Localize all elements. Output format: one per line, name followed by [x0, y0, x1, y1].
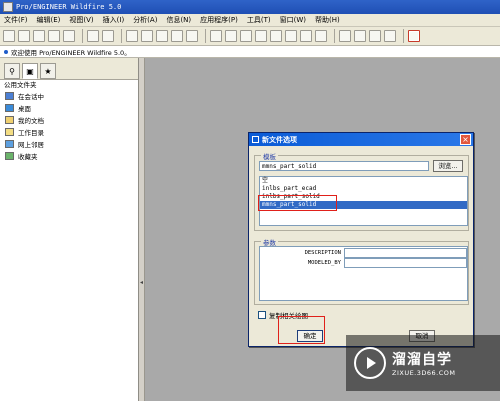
folder-label: 收藏夹: [18, 153, 38, 161]
menu-edit[interactable]: 编辑(E): [37, 15, 61, 25]
menu-view[interactable]: 视图(V): [69, 15, 93, 25]
menu-applications[interactable]: 应用程序(P): [200, 15, 238, 25]
menu-insert[interactable]: 插入(I): [103, 15, 125, 25]
menu-file[interactable]: 文件(F): [4, 15, 28, 25]
message-text: 欢迎使用 Pro/ENGINEER Wildfire 5.0。: [11, 48, 131, 57]
browse-button[interactable]: 浏览...: [433, 160, 463, 172]
email-icon[interactable]: [63, 30, 75, 42]
folder-favorites[interactable]: 收藏夹: [0, 150, 138, 162]
toolbar-separator: [205, 29, 206, 43]
menu-help[interactable]: 帮助(H): [315, 15, 340, 25]
print-icon[interactable]: [48, 30, 60, 42]
network-icon: [5, 140, 14, 148]
folder-desktop[interactable]: 桌面: [0, 102, 138, 114]
toolbar-separator: [334, 29, 335, 43]
window-title: Pro/ENGINEER Wildfire 5.0: [16, 3, 122, 11]
paste-icon[interactable]: [156, 30, 168, 42]
folder-in-session[interactable]: 在会话中: [0, 90, 138, 102]
dialog-titlebar: 新文件选项: [249, 133, 473, 146]
find-icon[interactable]: [225, 30, 237, 42]
refit-icon[interactable]: [270, 30, 282, 42]
select-box-icon[interactable]: [186, 30, 198, 42]
folder-working-directory[interactable]: 工作目录: [0, 126, 138, 138]
dialog-icon: [252, 136, 259, 143]
zoom-in-icon[interactable]: [240, 30, 252, 42]
main-toolbar: [0, 27, 500, 46]
zoom-out-icon[interactable]: [255, 30, 267, 42]
param-name: MODELED_BY: [307, 260, 341, 266]
open-file-icon[interactable]: [18, 30, 30, 42]
param-row: DESCRIPTION: [260, 248, 467, 258]
regenerate-icon[interactable]: [210, 30, 222, 42]
template-item-inlbs-ecad[interactable]: inlbs_part_ecad: [260, 185, 467, 193]
collapse-arrow-icon[interactable]: ◂: [140, 279, 143, 286]
param-value-field[interactable]: [344, 258, 467, 268]
template-group-label: 模板: [261, 151, 278, 161]
watermark-brand: 溜溜自学: [392, 352, 452, 368]
toolbar-separator: [121, 29, 122, 43]
watermark-url: ZIXUE.3D66.COM: [392, 369, 456, 377]
hidden-line-icon[interactable]: [354, 30, 366, 42]
undo-icon[interactable]: [87, 30, 99, 42]
dialog-title: 新文件选项: [262, 135, 297, 144]
toolbar-separator: [403, 29, 404, 43]
new-file-icon[interactable]: [3, 30, 15, 42]
layers-icon[interactable]: [315, 30, 327, 42]
menu-info[interactable]: 信息(N): [166, 15, 191, 25]
tab-model-tree-icon[interactable]: ⚲: [4, 63, 20, 79]
paste-special-icon[interactable]: [171, 30, 183, 42]
folder-label: 工作目录: [18, 129, 44, 137]
folder-my-documents[interactable]: 我的文档: [0, 114, 138, 126]
folder-network[interactable]: 网上邻居: [0, 138, 138, 150]
menu-window[interactable]: 窗口(W): [280, 15, 306, 25]
close-icon[interactable]: ×: [460, 134, 471, 145]
app-icon: [3, 2, 13, 12]
window-titlebar: Pro/ENGINEER Wildfire 5.0: [0, 0, 500, 14]
watermark: 溜溜自学 ZIXUE.3D66.COM: [346, 335, 500, 391]
param-value-field[interactable]: [344, 248, 467, 258]
orient-icon[interactable]: [285, 30, 297, 42]
folder-label: 桌面: [18, 105, 31, 113]
navigator-panel: ⚲ ▣ ★ 公用文件夹 在会话中 桌面 我的文档 工作目录 网上邻居 收藏夹: [0, 58, 139, 401]
save-icon[interactable]: [33, 30, 45, 42]
navigator-tabs: ⚲ ▣ ★: [0, 58, 138, 80]
menu-tools[interactable]: 工具(T): [247, 15, 271, 25]
highlight-ok-button: [278, 316, 325, 344]
param-row: MODELED_BY: [260, 258, 467, 268]
message-line: 欢迎使用 Pro/ENGINEER Wildfire 5.0。: [0, 46, 500, 58]
menu-analysis[interactable]: 分析(A): [133, 15, 157, 25]
highlight-selected-template: [258, 195, 337, 211]
toolbar-separator: [82, 29, 83, 43]
wireframe-icon[interactable]: [339, 30, 351, 42]
shading-icon[interactable]: [384, 30, 396, 42]
menubar: 文件(F) 编辑(E) 视图(V) 插入(I) 分析(A) 信息(N) 应用程序…: [0, 14, 500, 27]
cut-icon[interactable]: [126, 30, 138, 42]
new-file-options-dialog: 新文件选项 × 模板 mmns_part_solid 浏览... 空 inlbs…: [248, 132, 474, 347]
copy-icon[interactable]: [141, 30, 153, 42]
copy-drawing-checkbox[interactable]: [258, 311, 266, 319]
desktop-icon: [5, 104, 14, 112]
folder-browser-header: 公用文件夹: [4, 81, 37, 89]
no-hidden-icon[interactable]: [369, 30, 381, 42]
tab-folder-browser-icon[interactable]: ▣: [22, 63, 38, 79]
info-bullet-icon: [4, 49, 8, 54]
saved-views-icon[interactable]: [300, 30, 312, 42]
tab-favorites-icon[interactable]: ★: [40, 63, 56, 79]
datum-plane-icon[interactable]: [408, 30, 420, 42]
template-input[interactable]: mmns_part_solid: [259, 161, 429, 171]
folder-label: 网上邻居: [18, 141, 44, 149]
documents-folder-icon: [5, 116, 14, 124]
folder-label: 在会话中: [18, 93, 44, 101]
play-logo-icon: [354, 347, 386, 379]
template-item-empty[interactable]: 空: [260, 177, 467, 185]
folder-label: 我的文档: [18, 117, 44, 125]
session-icon: [5, 92, 14, 100]
parameters-table: DESCRIPTION MODELED_BY: [259, 246, 468, 301]
watermark-text: 溜溜自学 ZIXUE.3D66.COM: [392, 349, 456, 377]
param-name: DESCRIPTION: [304, 250, 341, 256]
favorites-icon: [5, 152, 14, 160]
redo-icon[interactable]: [102, 30, 114, 42]
working-folder-icon: [5, 128, 14, 136]
